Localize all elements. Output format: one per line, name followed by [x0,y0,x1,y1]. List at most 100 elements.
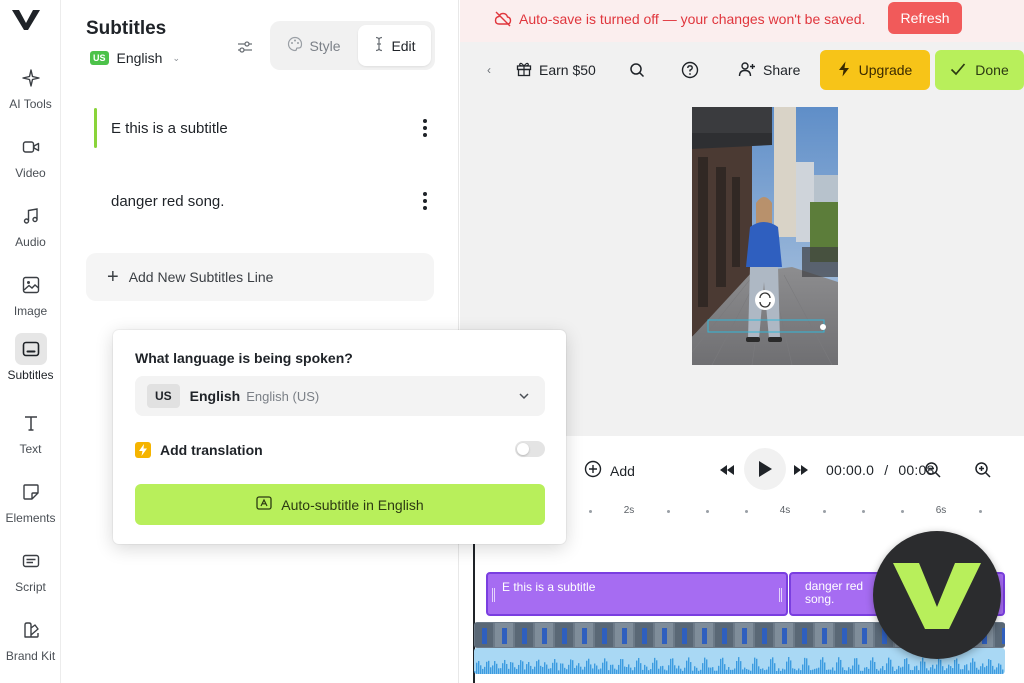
video-preview[interactable] [692,107,838,365]
active-line-indicator [94,108,97,148]
zoom-in-icon[interactable] [972,459,994,481]
watermark-logo [873,531,1001,659]
subtitle-clip[interactable]: E this is a subtitle [486,572,788,616]
earn-referral-button[interactable]: Earn $50 [516,50,596,90]
selected-language-variant: English (US) [246,388,320,404]
rail-image[interactable]: Image [0,269,61,329]
subtitle-line[interactable]: danger red song. [94,181,434,221]
more-options-icon[interactable] [416,119,434,137]
rail-label: Image [13,304,48,318]
playback-time: 00:00.0 / 00:08 [826,462,934,478]
help-icon[interactable] [681,50,699,90]
fast-forward-icon[interactable] [790,459,812,481]
ruler-tick [706,510,709,513]
chevron-down-icon: ⌄ [172,52,180,63]
left-rail: AI Tools Video Audio Image Subtitles Tex… [0,0,61,683]
subtitle-generate-icon [256,496,272,513]
ruler-tick [979,510,982,513]
ruler-label: 2s [623,505,635,516]
language-selector[interactable]: US English ⌄ [90,50,180,66]
subtitle-line[interactable]: E this is a subtitle [94,108,434,148]
chevron-left-icon[interactable]: ‹ [487,50,491,90]
lightning-bolt-icon [135,442,151,458]
rail-ai-tools[interactable]: AI Tools [0,62,61,122]
timeline-add-label: Add [610,462,635,479]
rail-label: Audio [15,235,46,249]
rail-label: Script [15,580,46,594]
script-icon [15,545,47,577]
auto-subtitle-popup: What language is being spoken? US Englis… [113,330,566,544]
rewind-icon[interactable] [716,459,738,481]
rail-label: Subtitles [7,368,54,382]
add-translation-toggle[interactable] [515,441,545,457]
video-camera-icon [15,131,47,163]
rail-label: Elements [5,511,56,525]
rail-label: AI Tools [9,97,52,111]
rail-video[interactable]: Video [0,131,61,191]
text-cursor-icon [373,36,385,55]
subtitle-line-text[interactable]: danger red song. [94,193,224,210]
timeline-add-button[interactable]: Add [584,460,635,481]
chevron-down-icon [517,389,531,403]
upgrade-label: Upgrade [858,62,913,78]
language-flag-badge: US [90,51,109,65]
auto-subtitle-label: Auto-subtitle in English [281,496,424,513]
plus-icon: + [107,266,119,288]
refresh-button[interactable]: Refresh [888,2,962,34]
app-logo[interactable] [11,8,41,32]
earn-label: Earn $50 [539,62,596,78]
ruler-tick [862,510,865,513]
palette-icon [287,36,303,55]
ruler-tick [745,510,748,513]
spoken-language-select[interactable]: US English English (US) [135,376,545,416]
sliders-icon[interactable] [236,38,254,56]
clip-handle-left[interactable] [492,588,495,602]
subtitle-line-text[interactable]: E this is a subtitle [94,120,228,137]
rail-label: Brand Kit [5,649,56,663]
subtitles-icon [14,333,47,365]
share-label: Share [763,62,801,78]
selected-language: English [189,388,241,404]
plus-circle-icon [584,460,602,481]
language-question: What language is being spoken? [135,350,353,366]
autosave-warning-text: Auto-save is turned off — your changes w… [519,11,866,27]
add-user-icon [738,61,756,80]
tab-edit[interactable]: Edit [358,25,431,66]
checkmark-icon [950,62,966,79]
auto-subtitle-button[interactable]: Auto-subtitle in English [135,484,545,525]
upgrade-button[interactable]: Upgrade [820,50,930,90]
add-translation-label: Add translation [160,442,263,458]
subtitle-clip-text: E this is a subtitle [502,580,596,594]
done-button[interactable]: Done [935,50,1024,90]
rail-elements[interactable]: Elements [0,476,61,536]
ruler-label: 6s [935,505,947,516]
add-subtitle-line-label: Add New Subtitles Line [128,269,274,285]
time-separator: / [884,462,889,478]
style-edit-toggle: Style Edit [270,21,435,70]
panel-title: Subtitles [86,18,167,39]
rail-text[interactable]: Text [0,407,61,467]
language-code-badge: US [147,384,180,408]
search-icon[interactable] [629,50,645,90]
clip-handle-right[interactable] [779,588,782,602]
rail-brand-kit[interactable]: Brand Kit [0,614,61,674]
elements-icon [15,476,47,508]
tab-style[interactable]: Style [274,25,354,66]
tab-edit-label: Edit [391,37,416,54]
rail-audio[interactable]: Audio [0,200,61,260]
share-button[interactable]: Share [738,50,800,90]
sparkle-icon [15,62,47,94]
add-translation-row: Add translation [135,440,545,460]
ruler-tick [667,510,670,513]
rail-subtitles[interactable]: Subtitles [0,333,61,393]
zoom-out-icon[interactable] [922,459,944,481]
ruler-tick [589,510,592,513]
rail-label: Video [15,166,46,180]
more-options-icon[interactable] [416,192,434,210]
gift-icon [516,61,532,80]
add-subtitle-line-button[interactable]: + Add New Subtitles Line [86,253,434,301]
ruler-tick [823,510,826,513]
rail-label: Text [19,442,42,456]
play-button[interactable] [744,448,786,490]
rail-script[interactable]: Script [0,545,61,605]
